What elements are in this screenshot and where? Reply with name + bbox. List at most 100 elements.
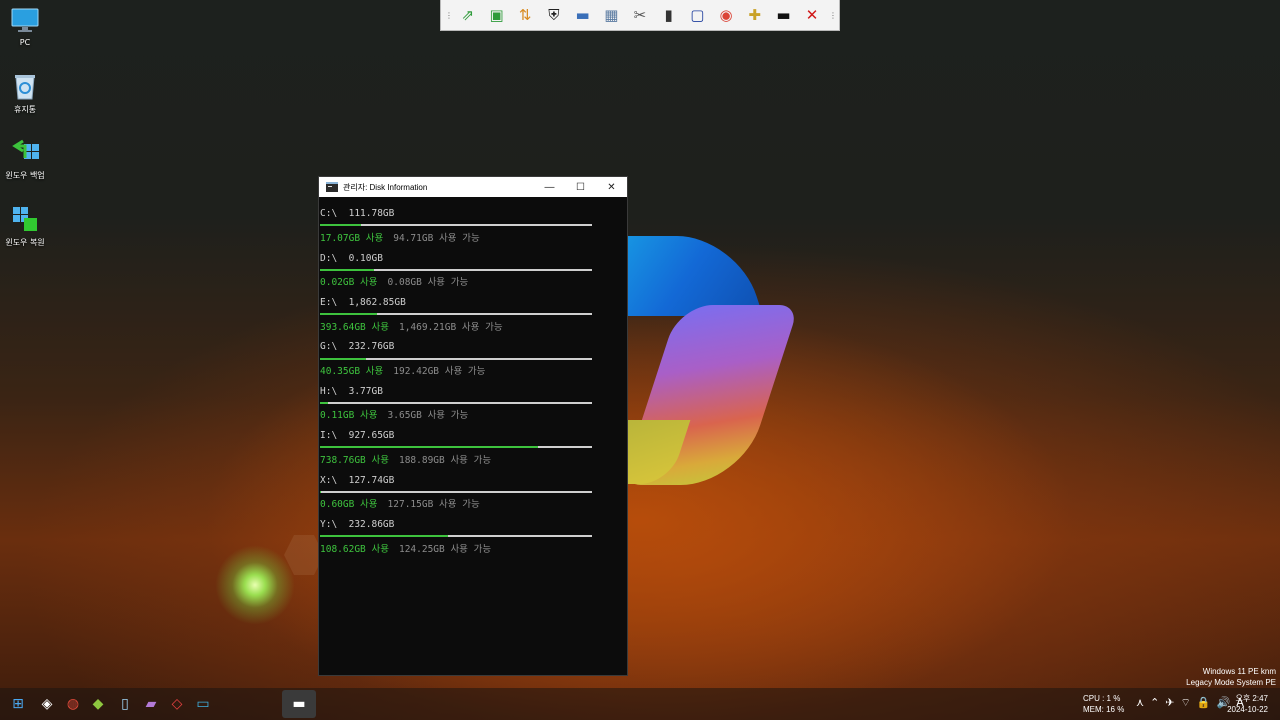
network-activity-icon[interactable]: ⌃	[1150, 696, 1159, 710]
drive-used-space: 0.11GB 사용	[320, 410, 378, 422]
drive-usage-bar	[320, 401, 592, 404]
drive-used-space: 0.02GB 사용	[320, 277, 378, 289]
chevron-up-icon[interactable]: ⋏	[1136, 696, 1144, 710]
disk-information-window: 관리자: Disk Information — ☐ ✕ C:\ 111.78GB…	[318, 176, 628, 676]
desktop-icon-label: 윈도우 백업	[5, 171, 45, 180]
drive-usage-bar-fill	[320, 401, 329, 404]
wifi-icon[interactable]: ⌔	[1181, 696, 1191, 710]
start-icon[interactable]: ⊞	[8, 694, 28, 714]
drive-usage-row: 17.07GB 사용 94.71GB 사용 가능	[319, 226, 627, 247]
window-title: 관리자: Disk Information	[343, 182, 428, 192]
chrome-icon[interactable]: ◉	[714, 3, 738, 27]
file-transfer-icon[interactable]: ⇅	[513, 3, 537, 27]
drive-used-space: 393.64GB 사용	[320, 321, 389, 333]
terminal-taskbar-icon[interactable]: ▬	[282, 690, 316, 718]
cpu-usage: CPU : 1 %	[1083, 694, 1121, 703]
drive-usage-row: 108.62GB 사용 124.25GB 사용 가능	[319, 537, 627, 558]
add-folder-icon[interactable]: ✚	[743, 3, 767, 27]
drive-header: Y:\ 232.86GB	[320, 518, 395, 530]
drive-header: D:\ 0.10GB	[320, 252, 383, 264]
toolbar-grip-icon[interactable]: ⋮	[445, 11, 453, 20]
drive-usage-row: 0.11GB 사용 3.65GB 사용 가능	[319, 404, 627, 425]
app-ps-icon[interactable]: ◆	[88, 694, 108, 714]
drive-usage-bar	[320, 446, 592, 449]
minimize-button[interactable]: —	[534, 177, 565, 197]
desktop-icon-label: 휴지통	[13, 105, 37, 114]
drive-usage-row: 0.60GB 사용 127.15GB 사용 가능	[319, 493, 627, 514]
drive-usage-bar-fill	[320, 313, 378, 316]
windows-backup-icon	[11, 138, 39, 166]
app-diamond-icon[interactable]: ◈	[37, 694, 57, 714]
app-folder-icon[interactable]: ▭	[193, 694, 213, 714]
resource-monitor[interactable]: CPU : 1 % MEM: 16 %	[1083, 693, 1124, 715]
maximize-button[interactable]: ☐	[565, 177, 596, 197]
monitor-icon	[11, 6, 39, 34]
drive-usage-bar	[320, 313, 592, 316]
drive-usage-bar	[320, 268, 592, 271]
tools-icon[interactable]: ✂	[628, 3, 652, 27]
windows-restore-icon	[11, 205, 39, 233]
drive-usage-bar	[320, 535, 592, 538]
drive-usage-row: 40.35GB 사용 192.42GB 사용 가능	[319, 360, 627, 381]
drive-usage-bar-fill	[320, 535, 448, 538]
drive-header: H:\ 3.77GB	[320, 385, 383, 397]
close-button[interactable]: ✕	[596, 177, 627, 197]
drive-available-space: 0.08GB 사용 가능	[387, 277, 469, 289]
drive-available-space: 94.71GB 사용 가능	[393, 232, 480, 244]
terminal-icon[interactable]: ▬	[772, 3, 796, 27]
toolbar-end-grip-icon[interactable]: ⋮	[829, 11, 837, 20]
drive-usage-bar	[320, 224, 592, 227]
lock-icon[interactable]: 🔒	[1197, 696, 1211, 710]
sd-card-icon[interactable]: ▮	[657, 3, 681, 27]
mem-usage: MEM: 16 %	[1083, 705, 1125, 714]
app-media-icon[interactable]: ▰	[141, 694, 161, 714]
wallpaper-glow	[215, 545, 295, 625]
drive-usage-row: 393.64GB 사용 1,469.21GB 사용 가능	[319, 315, 627, 336]
drive-available-space: 1,469.21GB 사용 가능	[398, 321, 503, 333]
close-icon[interactable]: ✕	[800, 3, 824, 27]
app-arrow-icon[interactable]: ◇	[167, 694, 187, 714]
quick-launch-toolbar: ⋮ ⇗ ▣ ⇅ ⛨ ▬ ▦ ✂ ▮ ▢ ◉ ✚ ▬ ✕ ⋮	[440, 0, 840, 31]
drive-available-space: 127.15GB 사용 가능	[387, 499, 480, 511]
partition-icon[interactable]: ▦	[599, 3, 623, 27]
drive-header: X:\ 127.74GB	[320, 474, 395, 486]
clock-time: 오후 2:47	[1235, 694, 1268, 703]
desktop-icon-label: PC	[19, 38, 31, 47]
airplane-icon[interactable]: ✈	[1165, 696, 1174, 710]
desktop-icon-pc[interactable]: PC	[0, 6, 50, 47]
desktop-icon-label: 윈도우 복원	[5, 238, 45, 247]
network-drive-icon[interactable]: ▬	[571, 3, 595, 27]
drive-available-space: 192.42GB 사용 가능	[393, 366, 486, 378]
drive-used-space: 738.76GB 사용	[320, 454, 389, 466]
drive-available-space: 3.65GB 사용 가능	[387, 410, 469, 422]
desktop-icon-recycle-bin[interactable]: 휴지통	[0, 72, 50, 115]
drive-usage-bar-fill	[320, 224, 361, 227]
drive-used-space: 17.07GB 사용	[320, 232, 384, 244]
drive-header: G:\ 232.76GB	[320, 341, 395, 353]
drive-used-space: 0.60GB 사용	[320, 499, 378, 511]
app-globe-icon[interactable]: ◍	[63, 694, 83, 714]
shield-icon[interactable]: ⛨	[542, 3, 566, 27]
drive-available-space: 124.25GB 사용 가능	[398, 543, 492, 555]
drive-backup-icon[interactable]: ▣	[485, 3, 509, 27]
desktop-icon-windows-backup[interactable]: 윈도우 백업	[0, 138, 50, 181]
recycle-bin-icon	[11, 72, 39, 100]
drive-header: I:\ 927.65GB	[320, 430, 395, 442]
drive-usage-bar-fill	[320, 268, 375, 271]
drive-used-space: 108.62GB 사용	[320, 543, 389, 555]
app-glass-icon[interactable]: ▯	[115, 694, 135, 714]
drive-usage-bar-fill	[320, 357, 367, 360]
console-output[interactable]: C:\ 111.78GB 17.07GB 사용 94.71GB 사용 가능 D:\ 0…	[319, 197, 627, 558]
drive-usage-row: 738.76GB 사용 188.89GB 사용 가능	[319, 448, 627, 469]
desktop-icon-windows-restore[interactable]: 윈도우 복원	[0, 205, 50, 248]
drive-header: C:\ 111.78GB	[320, 208, 395, 220]
window-titlebar[interactable]: 관리자: Disk Information — ☐ ✕	[319, 177, 627, 197]
monitor-icon[interactable]: ▢	[686, 3, 710, 27]
share-arrow-icon[interactable]: ⇗	[456, 3, 480, 27]
drive-usage-row: 0.02GB 사용 0.08GB 사용 가능	[319, 271, 627, 292]
drive-usage-bar-fill	[320, 490, 322, 493]
clock[interactable]: 오후 2:47 2024-10-22	[1227, 693, 1268, 715]
system-info: Windows 11 PE knm Legacy Mode System PE	[1186, 666, 1276, 688]
system-info-line1: Windows 11 PE knm	[1202, 667, 1276, 676]
drive-usage-bar	[320, 490, 592, 493]
